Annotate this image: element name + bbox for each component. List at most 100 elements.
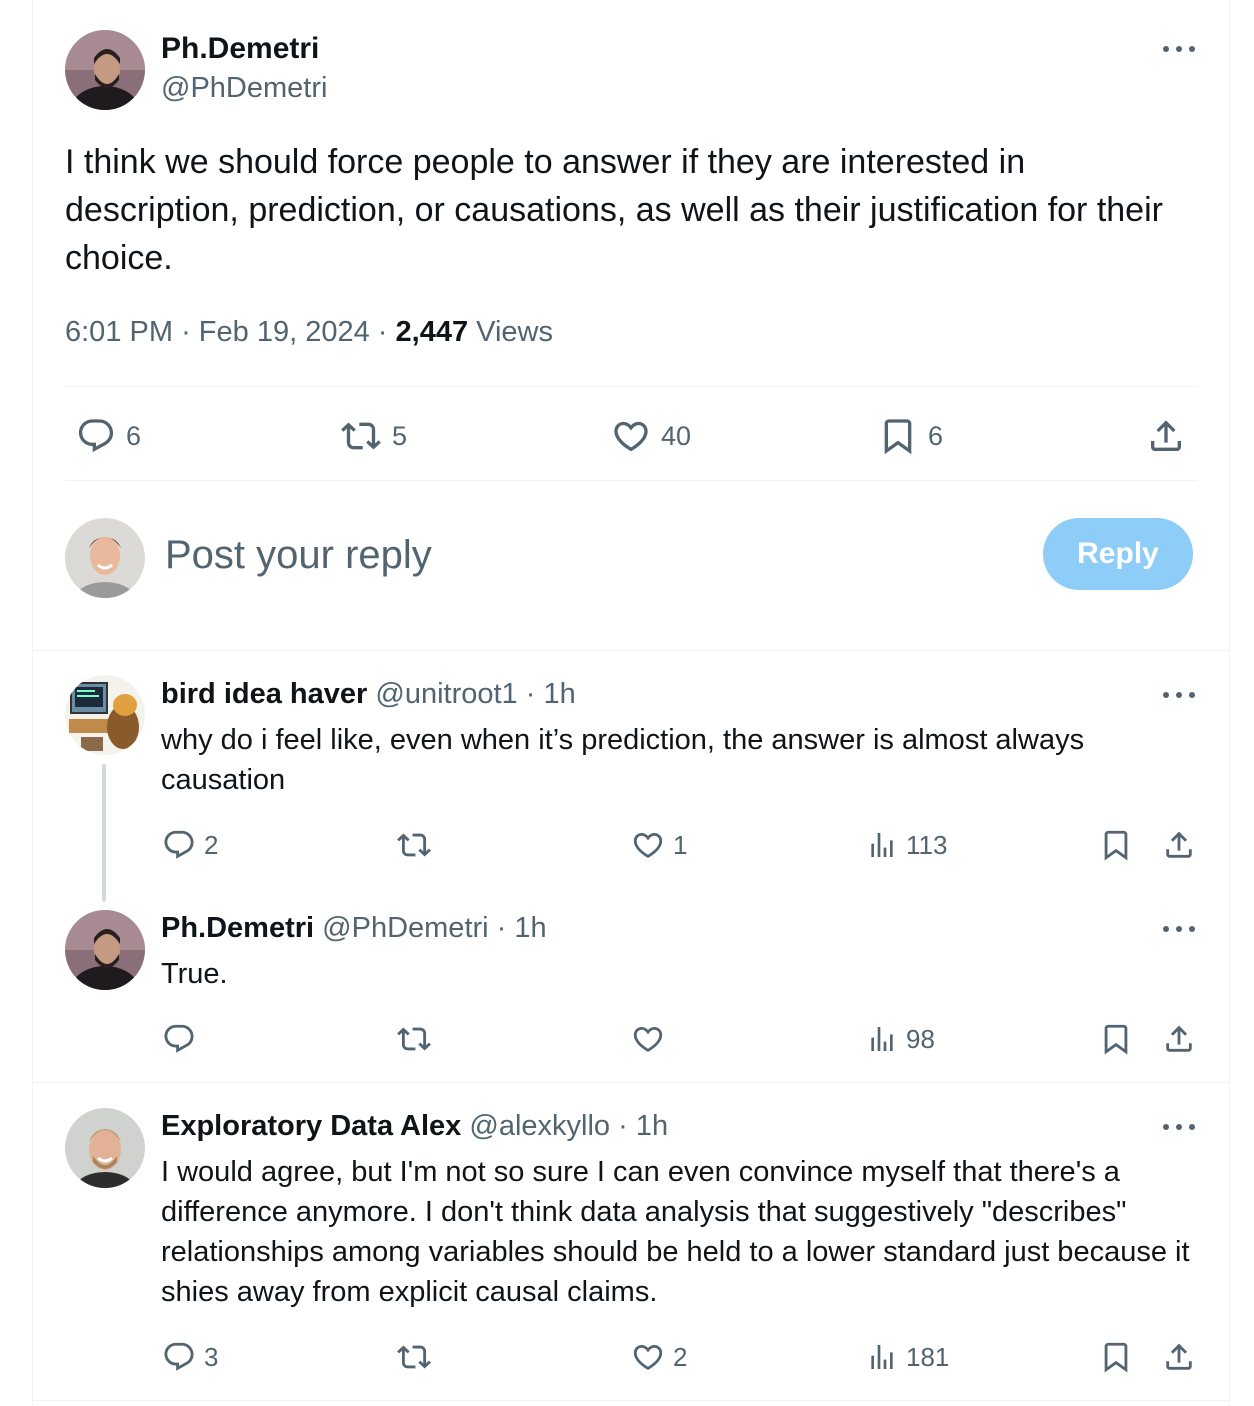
reply-count: 3 [204, 1341, 219, 1372]
share-action[interactable] [1162, 828, 1196, 862]
tweet-meta: 6:01 PM · Feb 19, 2024 · 2,447 Views [65, 316, 553, 349]
views-count: 181 [906, 1341, 950, 1372]
views-count: 113 [906, 829, 948, 860]
repost-icon [341, 422, 381, 450]
repost-icon [397, 1027, 431, 1051]
views-count: 2,447 [395, 316, 469, 348]
bookmark-action[interactable] [1099, 1022, 1133, 1056]
reply-text: True. [161, 958, 228, 990]
reply-author-handle[interactable]: @alexkyllo [469, 1110, 610, 1142]
reply-icon [164, 830, 194, 859]
bookmark-action[interactable]: 6 [878, 416, 943, 456]
views-action[interactable]: 113 [866, 828, 947, 862]
reply-count: 6 [126, 420, 142, 451]
bookmark-icon [1104, 1024, 1128, 1055]
reply-author-handle[interactable]: @PhDemetri [322, 912, 488, 944]
repost-icon [397, 1345, 431, 1369]
bookmark-action[interactable] [1099, 828, 1133, 862]
like-count: 1 [673, 829, 688, 860]
reply-icon [78, 419, 114, 453]
reply-button[interactable]: Reply [1043, 518, 1193, 590]
divider [65, 386, 1197, 387]
tweet-date[interactable]: Feb 19, 2024 [199, 316, 370, 348]
meta-separator: · [181, 316, 191, 348]
reply-action[interactable] [162, 1022, 196, 1056]
share-icon [1166, 831, 1192, 858]
more-icon[interactable] [1163, 45, 1195, 53]
reply-time[interactable]: 1h [514, 912, 546, 944]
meta-separator: · [377, 316, 388, 348]
like-action[interactable]: 2 [631, 1340, 687, 1374]
author-handle[interactable]: @PhDemetri [161, 72, 327, 105]
divider [65, 480, 1197, 481]
author-avatar[interactable] [65, 30, 145, 110]
like-icon [633, 832, 663, 858]
bookmark-action[interactable] [1099, 1340, 1133, 1374]
tweet-text: I think we should force people to answer… [65, 143, 1163, 277]
reply-time[interactable]: 1h [543, 678, 575, 710]
divider [32, 1082, 1230, 1083]
more-icon[interactable] [1163, 925, 1195, 933]
reply-time[interactable]: 1h [636, 1110, 668, 1142]
reply-separator: · [618, 1110, 628, 1142]
reply-input[interactable] [165, 528, 965, 582]
reply-action[interactable]: 3 [162, 1340, 218, 1374]
reply-author-name[interactable]: bird idea haver [161, 678, 367, 710]
repost-action[interactable] [396, 828, 432, 862]
divider [32, 650, 1230, 651]
like-icon [633, 1344, 663, 1370]
repost-icon [397, 833, 431, 857]
reply-author-name[interactable]: Ph.Demetri [161, 912, 314, 944]
reply-separator: · [525, 678, 536, 710]
share-action[interactable] [1146, 416, 1186, 456]
views-icon [871, 1345, 893, 1369]
repost-action[interactable]: 5 [340, 416, 407, 456]
repost-action[interactable] [396, 1022, 432, 1056]
like-count: 40 [661, 420, 692, 451]
like-action[interactable]: 40 [611, 416, 691, 456]
my-avatar[interactable] [65, 518, 145, 598]
divider [32, 1400, 1230, 1401]
share-icon [1166, 1343, 1192, 1370]
reply-author-name[interactable]: Exploratory Data Alex [161, 1110, 461, 1142]
reply-header: Exploratory Data Alex @alexkyllo · 1h [161, 1110, 668, 1143]
reply-author-avatar[interactable] [65, 1108, 145, 1188]
reply-action[interactable]: 2 [162, 828, 218, 862]
views-icon [871, 1027, 893, 1051]
reply-action[interactable]: 6 [76, 416, 141, 456]
more-icon[interactable] [1163, 691, 1195, 699]
share-icon [1151, 420, 1181, 451]
views-icon [871, 833, 893, 857]
share-action[interactable] [1162, 1340, 1196, 1374]
like-action[interactable] [631, 1022, 665, 1056]
reply-separator: · [496, 912, 507, 944]
reply-icon [164, 1024, 194, 1053]
views-label: Views [476, 316, 553, 348]
views-action[interactable]: 181 [866, 1340, 949, 1374]
reply-icon [164, 1342, 194, 1371]
reply-author-avatar[interactable] [65, 675, 145, 755]
bookmark-icon [1104, 830, 1128, 861]
bookmark-icon [1104, 1342, 1128, 1373]
repost-count: 5 [392, 420, 408, 451]
bookmark-icon [884, 419, 912, 455]
reply-author-handle[interactable]: @unitroot1 [375, 678, 517, 710]
bookmark-count: 6 [928, 420, 944, 451]
views-count: 98 [906, 1023, 935, 1054]
repost-action[interactable] [396, 1340, 432, 1374]
like-icon [633, 1026, 663, 1052]
reply-text: I would agree, but I'm not so sure I can… [161, 1156, 1190, 1308]
reply-author-avatar[interactable] [65, 910, 145, 990]
tweet-time[interactable]: 6:01 PM [65, 316, 173, 348]
share-icon [1166, 1025, 1192, 1052]
like-action[interactable]: 1 [631, 828, 687, 862]
author-name[interactable]: Ph.Demetri [161, 32, 319, 66]
views-action[interactable]: 98 [866, 1022, 935, 1056]
reply-header: bird idea haver @unitroot1 · 1h [161, 678, 576, 711]
reply-header: Ph.Demetri @PhDemetri · 1h [161, 912, 547, 945]
share-action[interactable] [1162, 1022, 1196, 1056]
thread-line [102, 764, 106, 902]
like-icon [614, 421, 648, 452]
more-icon[interactable] [1163, 1123, 1195, 1131]
reply-text: why do i feel like, even when it’s predi… [161, 724, 1085, 796]
